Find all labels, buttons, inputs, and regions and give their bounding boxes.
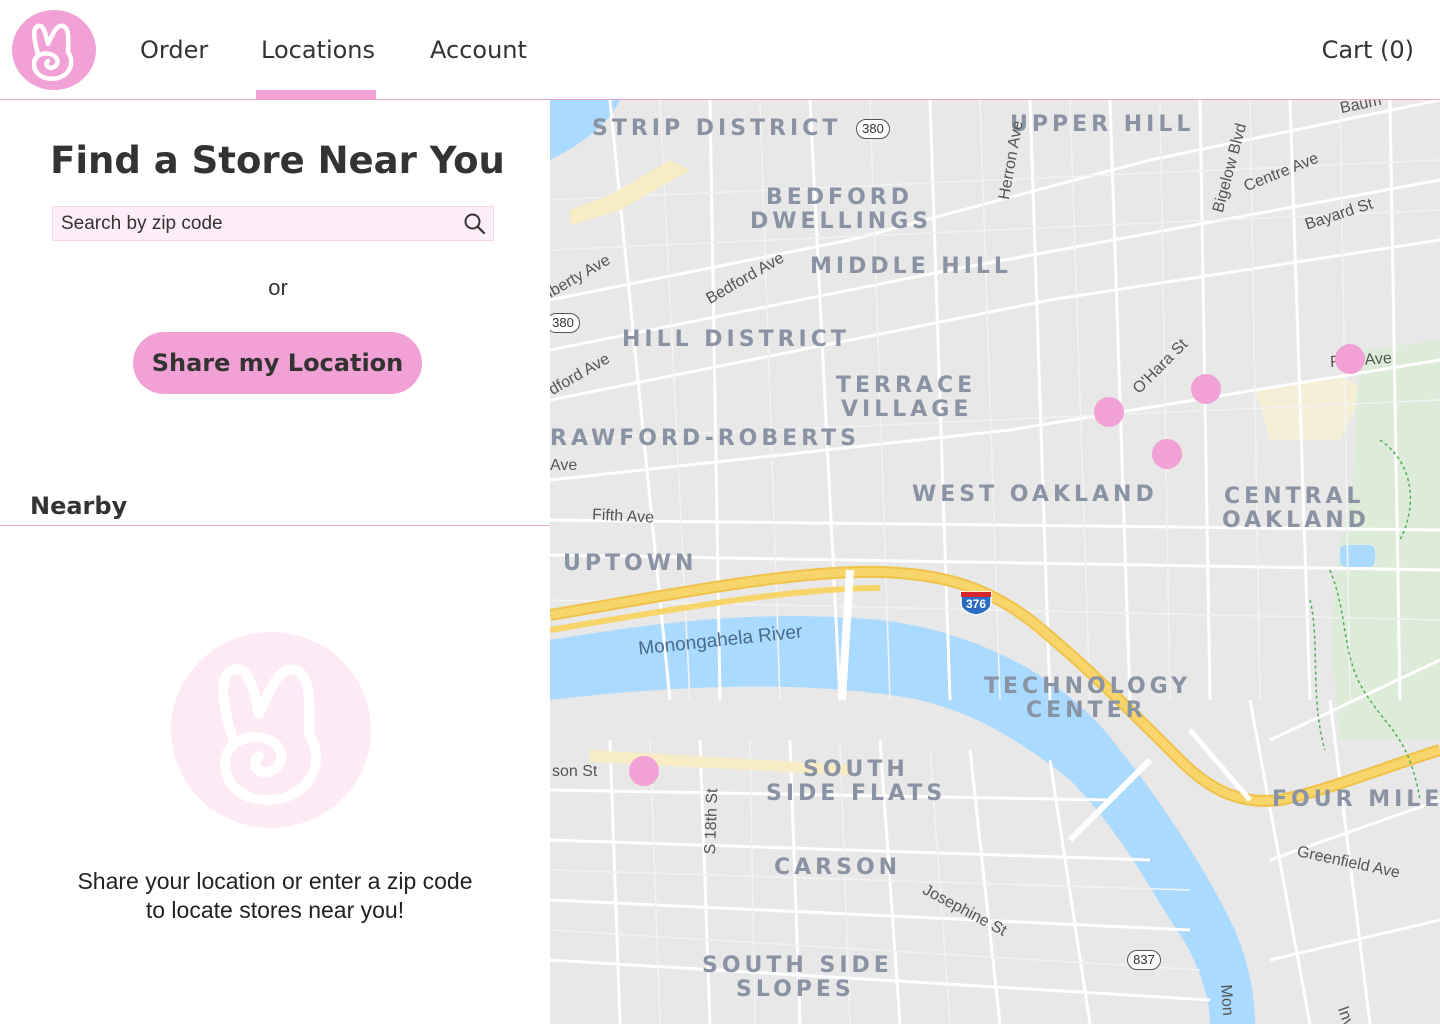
route-837-shield: 837 — [1127, 950, 1161, 970]
nav-order[interactable]: Order — [140, 36, 208, 64]
label-slopes-2: SLOPES — [736, 977, 855, 1002]
label-central-1: CENTRAL — [1224, 484, 1365, 509]
street-mon: Mon — [1217, 984, 1237, 1017]
street-carson: son St — [552, 763, 598, 780]
active-tab-indicator — [256, 90, 376, 100]
label-terrace-1: TERRACE — [836, 373, 977, 398]
label-slopes-1: SOUTH SIDE — [702, 953, 893, 978]
label-upper-hill: UPPER HILL — [1010, 112, 1195, 137]
top-nav-bar: Order Locations Account Cart (0) — [0, 0, 1440, 100]
label-uptown: UPTOWN — [563, 551, 698, 576]
store-marker[interactable] — [1152, 439, 1182, 469]
share-location-button[interactable]: Share my Location — [133, 332, 422, 394]
nearby-heading: Nearby — [30, 492, 128, 520]
store-marker[interactable] — [1094, 397, 1124, 427]
store-map[interactable]: STRIP DISTRICT UPPER HILL BEDFORD DWELLI… — [550, 100, 1440, 1024]
interstate-376-number: 376 — [965, 597, 987, 611]
label-west-oakland: WEST OAKLAND — [912, 482, 1158, 507]
nav-locations[interactable]: Locations — [261, 36, 375, 64]
label-four-mile: FOUR MILE — [1272, 787, 1440, 812]
label-middle-hill: MIDDLE HILL — [810, 254, 1012, 279]
bunny-logo-icon[interactable] — [12, 10, 96, 90]
store-marker[interactable] — [1335, 344, 1365, 374]
label-crawford-roberts: RAWFORD-ROBERTS — [550, 426, 860, 451]
zip-search-box — [52, 206, 494, 241]
route-380-shield: 380 — [856, 119, 890, 139]
street-fifth: Fifth Ave — [591, 506, 655, 527]
empty-message-line-1: Share your location or enter a zip code — [77, 868, 473, 894]
route-380-shield-2: 380 — [550, 313, 580, 333]
label-bedford-1: BEDFORD — [766, 185, 913, 210]
label-terrace-2: VILLAGE — [841, 397, 973, 422]
store-marker[interactable] — [629, 756, 659, 786]
street-s18th: S 18th St — [702, 788, 722, 855]
label-south-flats-2: SIDE FLATS — [766, 781, 947, 806]
label-hill-district: HILL DISTRICT — [622, 327, 850, 352]
or-separator: or — [268, 275, 288, 300]
label-strip-district: STRIP DISTRICT — [592, 116, 842, 141]
street-ave: Ave — [550, 457, 578, 474]
label-central-2: OAKLAND — [1222, 508, 1370, 533]
nearby-divider — [0, 525, 550, 526]
empty-message-line-2: to locate stores near you! — [145, 897, 405, 923]
store-finder-panel: Find a Store Near You or Share my Locati… — [0, 101, 550, 1024]
interstate-376-shield: 376 — [959, 588, 993, 616]
page-title: Find a Store Near You — [50, 139, 505, 182]
label-tech-2: CENTER — [1026, 698, 1147, 723]
label-south-flats-1: SOUTH — [803, 757, 909, 782]
nav-account[interactable]: Account — [430, 36, 527, 64]
bunny-placeholder-icon — [171, 632, 371, 828]
label-bedford-2: DWELLINGS — [750, 209, 933, 234]
store-marker[interactable] — [1191, 374, 1221, 404]
empty-state-message: Share your location or enter a zip code … — [40, 867, 510, 925]
label-carson: CARSON — [774, 855, 902, 880]
search-icon[interactable] — [463, 212, 487, 236]
label-tech-1: TECHNOLOGY — [984, 674, 1192, 699]
cart-link[interactable]: Cart (0) — [1322, 36, 1414, 64]
zip-search-input[interactable] — [53, 207, 453, 240]
